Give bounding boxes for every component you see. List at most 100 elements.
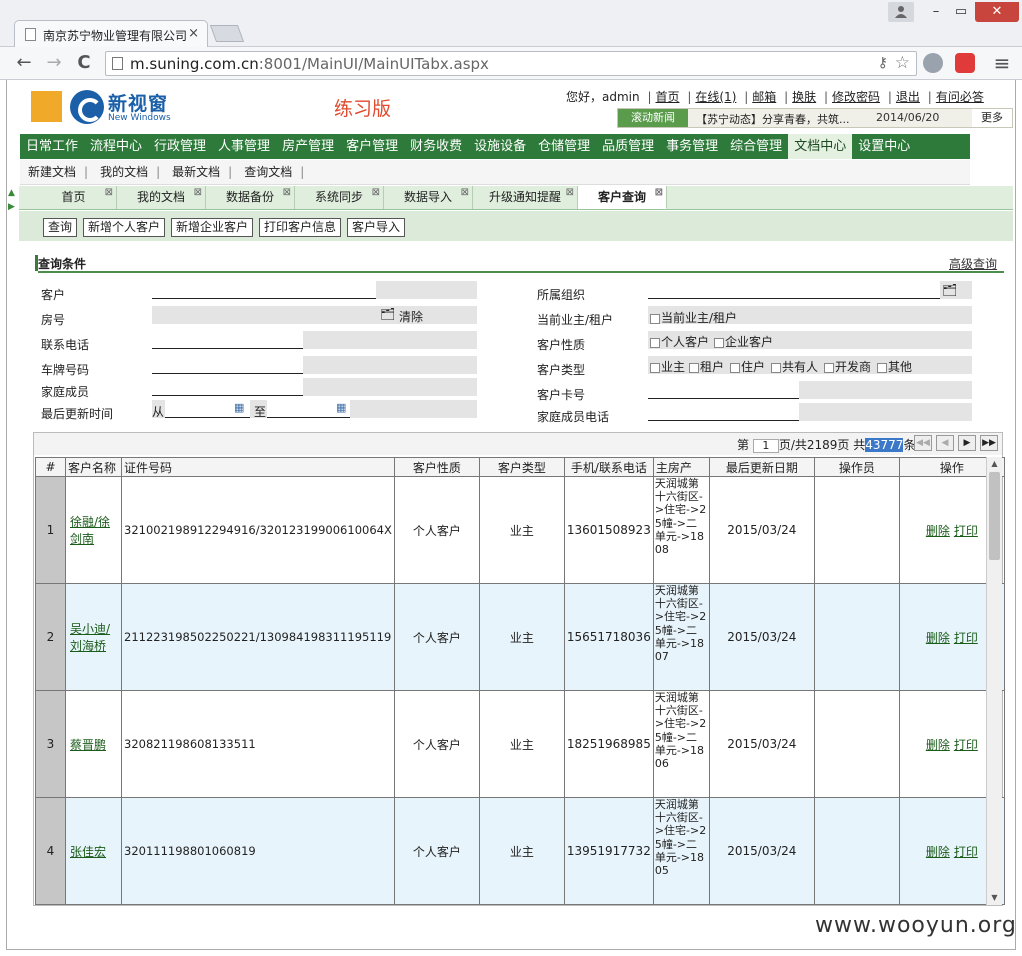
link-online[interactable]: 在线(1) bbox=[695, 90, 736, 104]
customer-input[interactable] bbox=[152, 281, 376, 299]
reload-button[interactable]: C bbox=[72, 52, 96, 74]
link-skin[interactable]: 换肤 bbox=[792, 90, 816, 104]
first-page-icon[interactable]: ◀◀ bbox=[914, 435, 932, 451]
tab-customer-query[interactable]: 客户查询 ⊠ bbox=[578, 186, 667, 209]
menu-item-documents[interactable]: 文档中心 bbox=[788, 134, 853, 159]
delete-link[interactable]: 删除 bbox=[926, 524, 950, 538]
family-member-input[interactable] bbox=[152, 378, 303, 396]
menu-item-property[interactable]: 房产管理 bbox=[276, 134, 340, 159]
room-input[interactable] bbox=[152, 306, 376, 324]
user-profile-icon[interactable] bbox=[888, 2, 914, 22]
menu-item-general[interactable]: 综合管理 bbox=[724, 134, 788, 159]
tab-close-icon[interactable]: ⊠ bbox=[372, 181, 380, 204]
customer-name-link[interactable]: 蔡晋鹏 bbox=[70, 738, 106, 752]
print-link[interactable]: 打印 bbox=[954, 738, 978, 752]
delete-link[interactable]: 删除 bbox=[926, 631, 950, 645]
extension-globe-icon[interactable] bbox=[923, 53, 943, 73]
print-link[interactable]: 打印 bbox=[954, 524, 978, 538]
tab-close-icon[interactable]: ⊠ bbox=[194, 181, 202, 204]
room-picker-icon[interactable]: 🗂 bbox=[380, 307, 395, 321]
menu-item-settings[interactable]: 设置中心 bbox=[852, 134, 916, 159]
tab-system-sync[interactable]: 系统同步 ⊠ bbox=[295, 186, 384, 209]
new-tab-button[interactable] bbox=[209, 25, 245, 42]
link-change-password[interactable]: 修改密码 bbox=[832, 90, 880, 104]
customer-name-link[interactable]: 张佳宏 bbox=[70, 845, 106, 859]
link-mailbox[interactable]: 邮箱 bbox=[752, 90, 776, 104]
news-more-link[interactable]: 更多 bbox=[972, 109, 1012, 127]
address-bar[interactable]: m.suning.com.cn:8001/MainUI/MainUITabx.a… bbox=[105, 51, 917, 76]
scroll-up-icon[interactable]: ▲ bbox=[987, 457, 1002, 471]
type-developer-checkbox[interactable]: 开发商 bbox=[824, 358, 871, 375]
calendar-icon[interactable]: ▦ bbox=[336, 401, 346, 414]
prev-page-icon[interactable]: ◀ bbox=[936, 435, 954, 451]
add-enterprise-customer-button[interactable]: 新增企业客户 bbox=[171, 218, 254, 237]
tab-close-icon[interactable]: ⊠ bbox=[105, 181, 113, 204]
query-button[interactable]: 查询 bbox=[43, 218, 78, 237]
key-icon[interactable]: ⚷ bbox=[878, 55, 888, 71]
link-logout[interactable]: 退出 bbox=[896, 90, 920, 104]
tab-upgrade-notice[interactable]: 升级通知提醒 ⊠ bbox=[473, 186, 578, 209]
window-maximize-button[interactable]: ▭ bbox=[950, 2, 972, 22]
print-link[interactable]: 打印 bbox=[954, 845, 978, 859]
nature-individual-checkbox[interactable]: 个人客户 bbox=[650, 333, 709, 350]
add-individual-customer-button[interactable]: 新增个人客户 bbox=[83, 218, 166, 237]
calendar-icon[interactable]: ▦ bbox=[234, 401, 244, 414]
tab-close-icon[interactable]: ⊠ bbox=[655, 181, 663, 204]
back-button[interactable]: ← bbox=[12, 52, 36, 74]
last-page-icon[interactable]: ▶▶ bbox=[980, 435, 998, 451]
advanced-query-link[interactable]: 高级查询 bbox=[949, 255, 997, 272]
tab-data-backup[interactable]: 数据备份 ⊠ bbox=[206, 186, 295, 209]
plate-input[interactable] bbox=[152, 356, 303, 374]
tab-close-icon[interactable]: ⊠ bbox=[283, 181, 291, 204]
phone-input[interactable] bbox=[152, 331, 303, 349]
submenu-new-document[interactable]: 新建文档 bbox=[20, 160, 80, 184]
delete-link[interactable]: 删除 bbox=[926, 738, 950, 752]
link-help[interactable]: 有问必答 bbox=[936, 90, 984, 104]
browser-tab[interactable]: 南京苏宁物业管理有限公司 × bbox=[14, 20, 208, 47]
delete-link[interactable]: 删除 bbox=[926, 845, 950, 859]
menu-item-affairs[interactable]: 事务管理 bbox=[660, 134, 724, 159]
organization-input[interactable] bbox=[648, 281, 940, 299]
menu-item-admin[interactable]: 行政管理 bbox=[148, 134, 212, 159]
extension-red-icon[interactable] bbox=[955, 53, 975, 73]
scroll-down-icon[interactable]: ▼ bbox=[987, 891, 1002, 905]
print-customer-info-button[interactable]: 打印客户信息 bbox=[259, 218, 342, 237]
type-co-owner-checkbox[interactable]: 共有人 bbox=[771, 358, 818, 375]
tab-close-icon[interactable]: ⊠ bbox=[566, 181, 574, 204]
next-page-icon[interactable]: ▶ bbox=[958, 435, 976, 451]
chrome-menu-icon[interactable]: ≡ bbox=[990, 52, 1014, 74]
type-other-checkbox[interactable]: 其他 bbox=[877, 358, 912, 375]
side-collapse-toggle[interactable]: ▲ ▶ bbox=[8, 186, 19, 216]
menu-item-daily-work[interactable]: 日常工作 bbox=[20, 134, 84, 159]
menu-item-hr[interactable]: 人事管理 bbox=[212, 134, 276, 159]
tab-data-import[interactable]: 数据导入 ⊠ bbox=[384, 186, 473, 209]
type-resident-checkbox[interactable]: 住户 bbox=[730, 358, 765, 375]
menu-item-quality[interactable]: 品质管理 bbox=[596, 134, 660, 159]
bookmark-star-icon[interactable]: ☆ bbox=[895, 53, 910, 73]
menu-item-facilities[interactable]: 设施设备 bbox=[468, 134, 532, 159]
window-minimize-button[interactable]: – bbox=[925, 2, 947, 22]
page-number-input[interactable]: 1 bbox=[752, 438, 779, 453]
card-no-input[interactable] bbox=[648, 381, 799, 399]
org-picker-icon[interactable]: 🗂 bbox=[942, 283, 957, 297]
forward-button[interactable]: → bbox=[42, 52, 66, 74]
type-owner-checkbox[interactable]: 业主 bbox=[650, 358, 685, 375]
nature-enterprise-checkbox[interactable]: 企业客户 bbox=[714, 333, 773, 350]
customer-import-button[interactable]: 客户导入 bbox=[347, 218, 406, 237]
tab-close-icon[interactable]: ⊠ bbox=[461, 181, 469, 204]
scroll-thumb[interactable] bbox=[989, 472, 1000, 560]
tab-my-documents[interactable]: 我的文档 ⊠ bbox=[117, 186, 206, 209]
type-tenant-checkbox[interactable]: 租户 bbox=[689, 358, 724, 375]
link-home[interactable]: 首页 bbox=[655, 90, 679, 104]
customer-name-link[interactable]: 徐融/徐剑南 bbox=[70, 515, 110, 546]
tab-close-icon[interactable]: × bbox=[188, 26, 199, 41]
menu-item-customer[interactable]: 客户管理 bbox=[340, 134, 404, 159]
customer-name-link[interactable]: 吴小迪/刘海桥 bbox=[70, 622, 110, 653]
table-scrollbar[interactable]: ▲ ▼ bbox=[986, 457, 1002, 905]
menu-item-finance[interactable]: 财务收费 bbox=[404, 134, 468, 159]
window-close-button[interactable]: ✕ bbox=[975, 2, 1019, 22]
current-owner-checkbox[interactable]: 当前业主/租户 bbox=[650, 309, 737, 326]
menu-item-workflow[interactable]: 流程中心 bbox=[84, 134, 148, 159]
submenu-my-documents[interactable]: 我的文档 bbox=[92, 160, 152, 184]
clear-room-button[interactable]: 清除 bbox=[399, 308, 423, 325]
